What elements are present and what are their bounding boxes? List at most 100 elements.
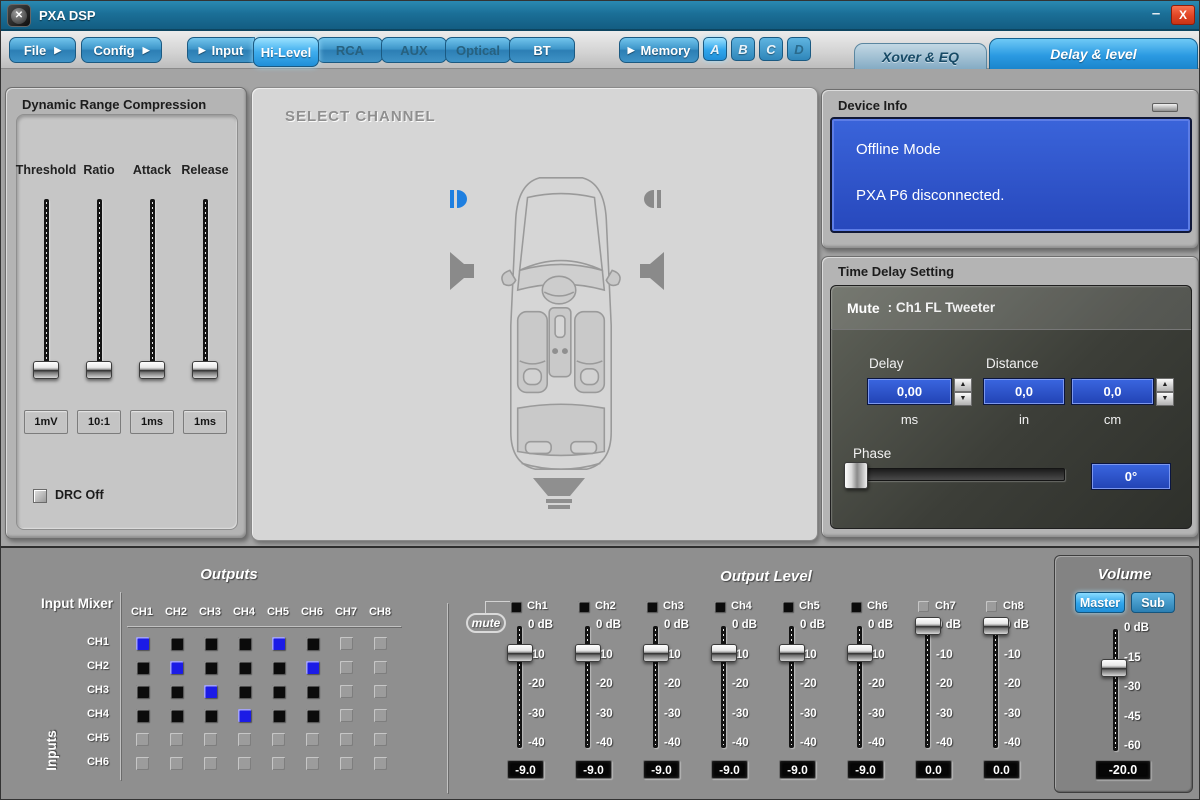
- distance-in-field[interactable]: 0,0: [983, 378, 1065, 405]
- level-slider-track-ch7[interactable]: [925, 626, 930, 748]
- tab-aux[interactable]: AUX: [381, 37, 447, 63]
- volume-sub-button[interactable]: Sub: [1131, 592, 1175, 613]
- level-slider-handle-ch8[interactable]: [983, 617, 1009, 635]
- panel-collapse-icon[interactable]: [1152, 103, 1178, 112]
- mixer-cell-ch3-ch5[interactable]: [272, 685, 285, 698]
- inputs-axis-label: Inputs: [44, 730, 59, 771]
- mixer-cell-ch6-ch4: [238, 757, 251, 770]
- scale-tick-label: -20: [1004, 678, 1044, 690]
- memory-slot-group: ABCD: [699, 37, 811, 61]
- mute-checkbox-ch1[interactable]: [510, 601, 521, 612]
- mixer-cell-ch3-ch3[interactable]: [204, 685, 217, 698]
- mixer-cell-ch1-ch3[interactable]: [204, 637, 217, 650]
- mute-checkbox-ch3[interactable]: [646, 601, 657, 612]
- scale-tick-label: -30: [664, 708, 704, 720]
- drc-slider-track-ratio[interactable]: [97, 199, 102, 371]
- spin-up-icon[interactable]: ▲: [1156, 378, 1174, 392]
- spin-down-icon[interactable]: ▼: [954, 392, 972, 406]
- mixer-cell-ch2-ch6[interactable]: [306, 661, 319, 674]
- mixer-cell-ch2-ch5[interactable]: [272, 661, 285, 674]
- tab-delay-level[interactable]: Delay & level: [989, 38, 1198, 69]
- mute-checkbox-ch4[interactable]: [714, 601, 725, 612]
- spin-down-icon[interactable]: ▼: [1156, 392, 1174, 406]
- mixer-cell-ch1-ch4[interactable]: [238, 637, 251, 650]
- mixer-cell-ch2-ch2[interactable]: [170, 661, 183, 674]
- subwoofer-icon[interactable]: [530, 478, 588, 510]
- mixer-cell-ch4-ch4[interactable]: [238, 709, 251, 722]
- mixer-cell-ch4-ch3[interactable]: [204, 709, 217, 722]
- mixer-cell-ch2-ch3[interactable]: [204, 661, 217, 674]
- section-divider: [447, 603, 448, 793]
- file-menu-button[interactable]: File▶: [9, 37, 76, 63]
- scale-tick-label: -40: [732, 737, 772, 749]
- mute-checkbox-ch2[interactable]: [578, 601, 589, 612]
- drc-slider-track-release[interactable]: [203, 199, 208, 371]
- drc-slider-handle-threshold[interactable]: [33, 361, 59, 379]
- tab-rca[interactable]: RCA: [317, 37, 383, 63]
- mixer-cell-ch3-ch1[interactable]: [136, 685, 149, 698]
- mixer-cell-ch1-ch6[interactable]: [306, 637, 319, 650]
- tab-xover-eq[interactable]: Xover & EQ: [854, 43, 987, 69]
- phase-slider-handle[interactable]: [844, 462, 868, 489]
- mute-status-bar[interactable]: Mute : Ch1 FL Tweeter: [831, 286, 1191, 330]
- mute-checkbox-ch5[interactable]: [782, 601, 793, 612]
- drc-slider-track-threshold[interactable]: [44, 199, 49, 371]
- scale-tick-label: -20: [732, 678, 772, 690]
- volume-slider-track[interactable]: [1113, 629, 1118, 751]
- mixer-cell-ch4-ch5[interactable]: [272, 709, 285, 722]
- drc-slider-handle-release[interactable]: [192, 361, 218, 379]
- front-left-woofer-icon[interactable]: [448, 252, 474, 290]
- mixer-cell-ch1-ch5[interactable]: [272, 637, 285, 650]
- volume-master-button[interactable]: Master: [1075, 592, 1125, 613]
- level-slider-handle-ch2[interactable]: [575, 644, 601, 662]
- memory-slot-a[interactable]: A: [703, 37, 727, 61]
- level-slider-handle-ch6[interactable]: [847, 644, 873, 662]
- mute-checkbox-ch7[interactable]: [918, 601, 929, 612]
- scale-tick-label: -30: [732, 708, 772, 720]
- mixer-cell-ch3-ch2[interactable]: [170, 685, 183, 698]
- drc-slider-handle-ratio[interactable]: [86, 361, 112, 379]
- level-slider-track-ch8[interactable]: [993, 626, 998, 748]
- config-menu-button[interactable]: Config▶: [81, 37, 162, 63]
- level-slider-handle-ch7[interactable]: [915, 617, 941, 635]
- mixer-cell-ch3-ch4[interactable]: [238, 685, 251, 698]
- drc-off-checkbox[interactable]: [33, 489, 47, 503]
- spin-up-icon[interactable]: ▲: [954, 378, 972, 392]
- drc-slider-handle-attack[interactable]: [139, 361, 165, 379]
- scale-tick-label: -30: [596, 708, 636, 720]
- drc-label-release: Release: [173, 163, 237, 177]
- tab-optical[interactable]: Optical: [445, 37, 511, 63]
- select-channel-title: SELECT CHANNEL: [285, 108, 436, 125]
- scale-tick-label: -10: [936, 649, 976, 661]
- mixer-cell-ch4-ch6[interactable]: [306, 709, 319, 722]
- close-button[interactable]: X: [1171, 5, 1195, 25]
- delay-value-field[interactable]: 0,00: [867, 378, 952, 405]
- memory-slot-d[interactable]: D: [787, 37, 811, 61]
- tab-hi-level[interactable]: Hi-Level: [253, 37, 319, 67]
- mute-checkbox-ch6[interactable]: [850, 601, 861, 612]
- level-slider-handle-ch5[interactable]: [779, 644, 805, 662]
- mixer-cell-ch4-ch2[interactable]: [170, 709, 183, 722]
- memory-slot-c[interactable]: C: [759, 37, 783, 61]
- mixer-cell-ch1-ch1[interactable]: [136, 637, 149, 650]
- mixer-cell-ch2-ch4[interactable]: [238, 661, 251, 674]
- level-slider-handle-ch4[interactable]: [711, 644, 737, 662]
- minimize-button[interactable]: –: [1147, 7, 1165, 23]
- memory-slot-b[interactable]: B: [731, 37, 755, 61]
- level-slider-handle-ch1[interactable]: [507, 644, 533, 662]
- front-right-woofer-icon[interactable]: [640, 252, 666, 290]
- drc-off-label: DRC Off: [55, 488, 104, 502]
- mute-checkbox-ch8[interactable]: [986, 601, 997, 612]
- mixer-cell-ch4-ch7: [340, 709, 353, 722]
- front-left-tweeter-icon[interactable]: [450, 188, 467, 210]
- distance-cm-field[interactable]: 0,0: [1071, 378, 1154, 405]
- mixer-cell-ch2-ch1[interactable]: [136, 661, 149, 674]
- front-right-tweeter-icon[interactable]: [644, 188, 661, 210]
- mixer-cell-ch3-ch6[interactable]: [306, 685, 319, 698]
- phase-slider-track[interactable]: [846, 468, 1065, 481]
- drc-slider-track-attack[interactable]: [150, 199, 155, 371]
- tab-bt[interactable]: BT: [509, 37, 575, 63]
- mixer-cell-ch4-ch1[interactable]: [136, 709, 149, 722]
- level-slider-handle-ch3[interactable]: [643, 644, 669, 662]
- mixer-cell-ch1-ch2[interactable]: [170, 637, 183, 650]
